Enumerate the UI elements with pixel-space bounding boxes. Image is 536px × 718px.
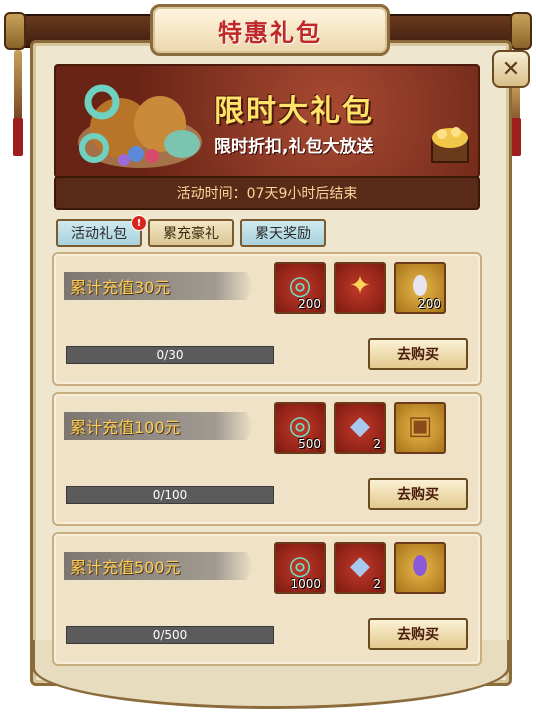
tassel-right-end	[511, 118, 521, 156]
reward-slot[interactable]: ▣	[394, 402, 446, 454]
buy-label: 去购买	[397, 627, 439, 643]
progress-text: 0/500	[152, 628, 188, 642]
treasure-bags-icon	[78, 84, 202, 168]
purple-dragon-egg-icon: ⬮	[411, 551, 429, 582]
reward-slot[interactable]: ◆ 2	[334, 542, 386, 594]
reward-slot[interactable]: ⬮	[394, 542, 446, 594]
banner-title: 限时大礼包	[214, 94, 374, 129]
reward-slot[interactable]: ◎ 200	[274, 262, 326, 314]
ornate-frame-icon: ▣	[407, 411, 433, 442]
buy-button[interactable]: 去购买	[368, 618, 468, 650]
gold-chest-icon	[431, 127, 469, 163]
buy-label: 去购买	[397, 347, 439, 363]
progress-text: 0/30	[156, 348, 184, 362]
close-icon: ✕	[501, 56, 521, 82]
event-time-bar: 活动时间：07天9小时后结束	[54, 176, 480, 210]
jade-dragon-icon: ◎	[288, 271, 312, 302]
tier-title-ribbon: 累计充值100元	[64, 412, 254, 440]
scroll-knob-left	[4, 12, 26, 50]
tier-title-ribbon: 累计充值30元	[64, 272, 254, 300]
tier-title-ribbon: 累计充值500元	[64, 552, 254, 580]
jade-dragon-icon: ◎	[288, 411, 312, 442]
popup-title: 特惠礼包	[218, 17, 322, 47]
progress-bar: 0/500	[66, 626, 274, 644]
promo-banner: 限时大礼包 限时折扣,礼包大放送	[54, 64, 480, 178]
crystal-skull-icon: ◆	[350, 411, 370, 442]
crystal-skull-icon: ◆	[350, 551, 370, 582]
event-time-text: 活动时间：07天9小时后结束	[176, 186, 358, 202]
golden-feather-icon: ✦	[349, 271, 371, 302]
reward-slot[interactable]: ◎ 1000	[274, 542, 326, 594]
reward-count: 1000	[290, 577, 321, 591]
reward-slot[interactable]: ✦	[334, 262, 386, 314]
scroll-knob-right	[510, 12, 532, 50]
tassel-left-end	[13, 118, 23, 156]
banner-subtitle: 限时折扣,礼包大放送	[214, 137, 374, 157]
reward-slot[interactable]: ◎ 500	[274, 402, 326, 454]
reward-count: 500	[298, 437, 321, 451]
buy-button[interactable]: 去购买	[368, 478, 468, 510]
reward-count: 200	[298, 297, 321, 311]
progress-bar: 0/30	[66, 346, 274, 364]
title-plaque: 特惠礼包	[150, 4, 390, 56]
reward-slot[interactable]: ⬮ 200	[394, 262, 446, 314]
tab-activity-gift[interactable]: 活动礼包	[56, 219, 142, 247]
reward-count: 2	[373, 437, 381, 451]
reward-slot[interactable]: ◆ 2	[334, 402, 386, 454]
tab-recharge-gift[interactable]: 累充豪礼	[148, 219, 234, 247]
notification-badge: !	[131, 215, 147, 231]
tab-label: 累充豪礼	[163, 226, 219, 242]
tab-label: 活动礼包	[71, 226, 127, 242]
jade-dragon-icon: ◎	[288, 551, 312, 582]
close-button[interactable]: ✕	[492, 50, 530, 88]
buy-label: 去购买	[397, 487, 439, 503]
reward-count: 2	[373, 577, 381, 591]
reward-count: 200	[418, 297, 441, 311]
progress-bar: 0/100	[66, 486, 274, 504]
buy-button[interactable]: 去购买	[368, 338, 468, 370]
progress-text: 0/100	[152, 488, 188, 502]
tab-label: 累天奖励	[255, 226, 311, 242]
tab-daily-reward[interactable]: 累天奖励	[240, 219, 326, 247]
spotted-egg-icon: ⬮	[411, 271, 429, 302]
